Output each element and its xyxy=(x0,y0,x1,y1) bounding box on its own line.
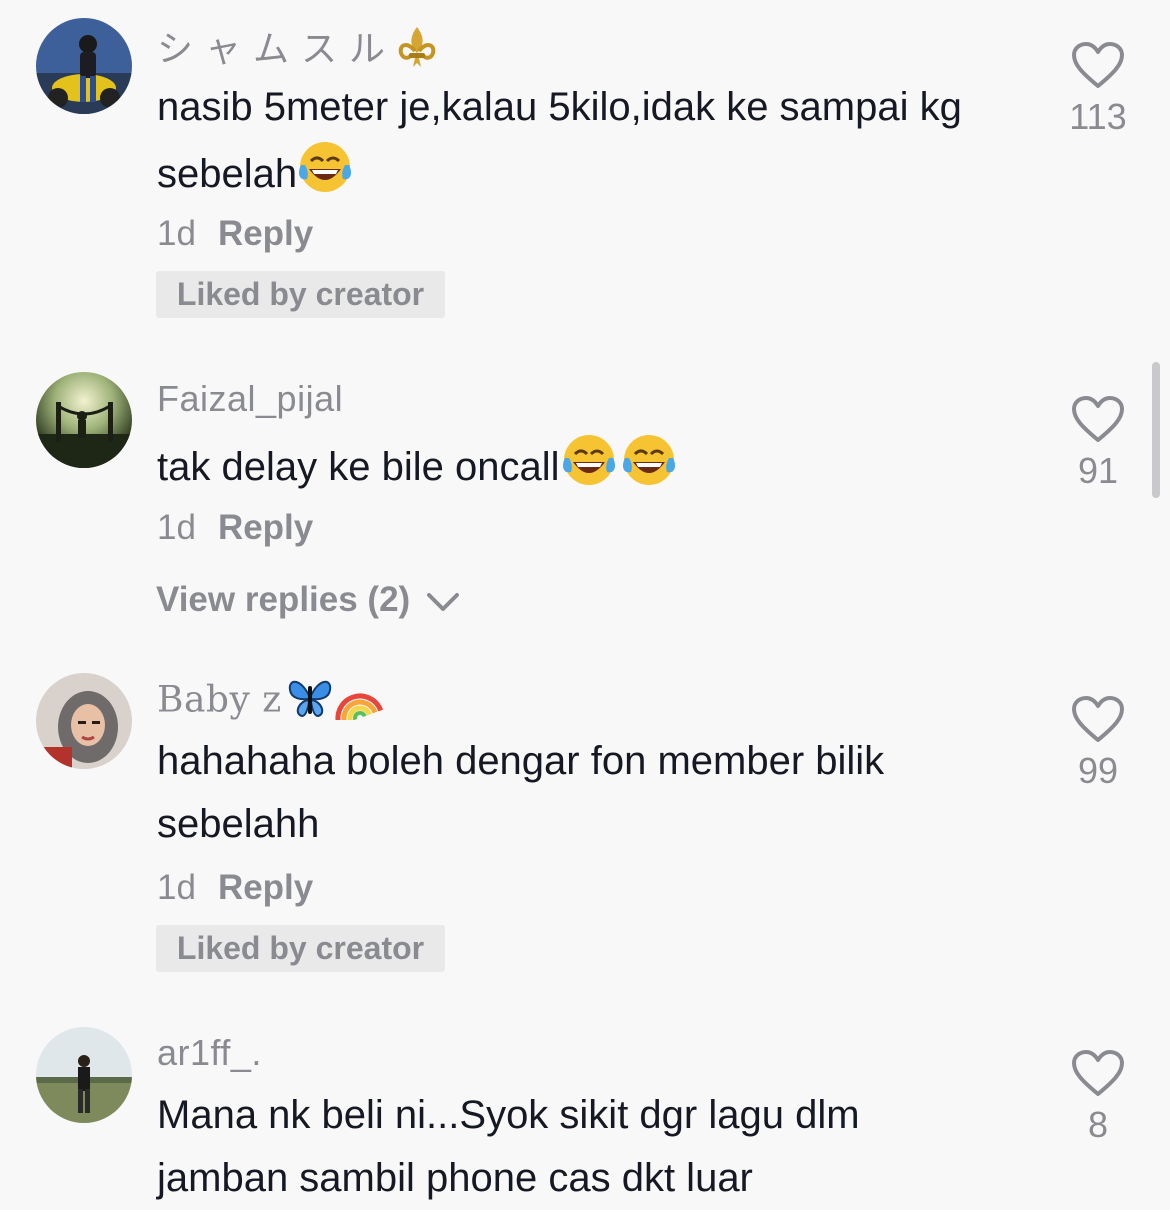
heart-icon xyxy=(1068,396,1128,444)
laughing-tears-emoji xyxy=(297,139,353,214)
like-button[interactable]: 99 xyxy=(1068,696,1128,792)
heart-icon xyxy=(1068,42,1128,90)
chevron-down-icon xyxy=(426,582,460,622)
scrollbar[interactable] xyxy=(1152,362,1160,498)
fleur-de-lis-icon xyxy=(397,25,437,78)
comment-text: hahahaha boleh dengar fon member bilik s… xyxy=(157,739,885,846)
rainbow-emoji xyxy=(334,676,386,729)
view-replies-button[interactable]: View replies (2) xyxy=(156,580,460,622)
like-button[interactable]: 8 xyxy=(1068,1050,1128,1146)
comment-meta: 1d Reply xyxy=(157,868,313,908)
heart-icon xyxy=(1068,696,1128,744)
comment-text: Mana nk beli ni...Syok sikit dgr lagu dl… xyxy=(157,1093,860,1200)
comment-meta: 1d Reply xyxy=(157,508,313,548)
heart-icon xyxy=(1068,1050,1128,1098)
like-count: 91 xyxy=(1077,450,1119,491)
comment-time: 1d xyxy=(157,508,196,547)
comment-text: tak delay ke bile oncall xyxy=(157,432,1017,507)
avatar[interactable] xyxy=(36,673,132,769)
like-button[interactable]: 113 xyxy=(1068,42,1128,138)
reply-button[interactable]: Reply xyxy=(218,214,313,253)
comment-username[interactable]: ar1ff_. xyxy=(157,1032,262,1074)
reply-button[interactable]: Reply xyxy=(218,868,313,907)
avatar[interactable] xyxy=(36,372,132,468)
like-button[interactable]: 91 xyxy=(1068,396,1128,492)
laughing-tears-emoji xyxy=(559,432,619,507)
comment-username[interactable]: Baby z xyxy=(157,676,386,729)
like-count: 113 xyxy=(1069,96,1127,137)
butterfly-emoji xyxy=(286,676,334,729)
comment-text: nasib 5meter je,kalau 5kilo,idak ke samp… xyxy=(157,76,1017,214)
avatar[interactable] xyxy=(36,18,132,114)
comment-username[interactable]: シャムスル xyxy=(157,20,437,78)
like-count: 8 xyxy=(1087,1104,1109,1145)
comment-meta: 1d Reply xyxy=(157,214,313,254)
liked-by-creator-badge: Liked by creator xyxy=(156,925,445,972)
avatar[interactable] xyxy=(36,1027,132,1123)
comment-username[interactable]: Faizal_pijal xyxy=(157,378,343,420)
liked-by-creator-badge: Liked by creator xyxy=(156,271,445,318)
comment-time: 1d xyxy=(157,868,196,907)
like-count: 99 xyxy=(1077,750,1119,791)
comment-time: 1d xyxy=(157,214,196,253)
reply-button[interactable]: Reply xyxy=(218,508,313,547)
laughing-tears-emoji xyxy=(619,432,679,507)
